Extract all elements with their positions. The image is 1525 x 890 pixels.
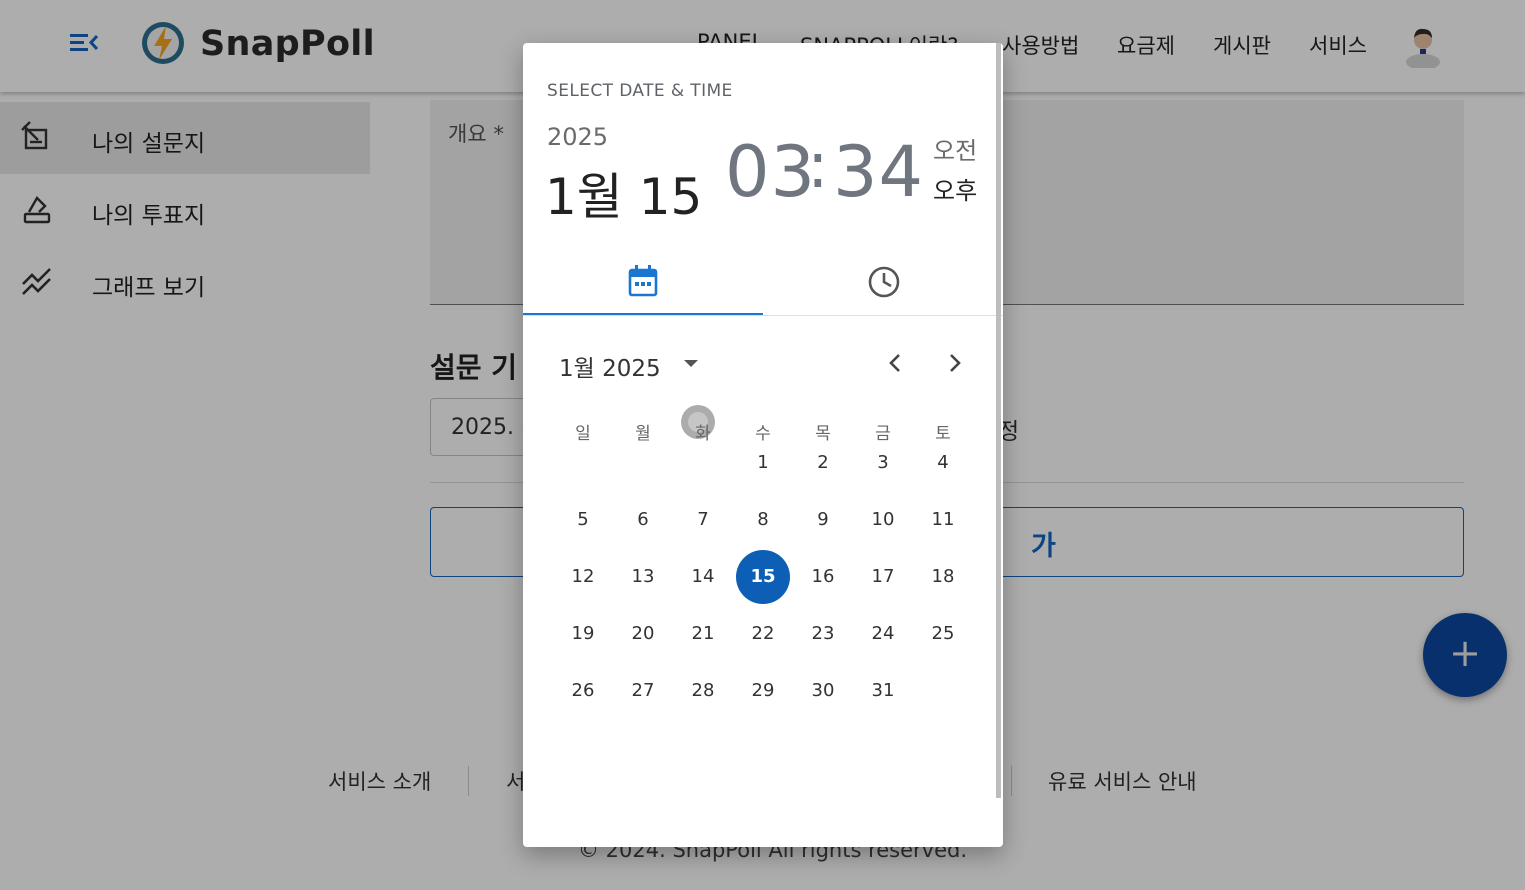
calendar-day[interactable]: 19 (556, 607, 610, 661)
calendar-day[interactable]: 12 (556, 550, 610, 604)
calendar-day[interactable]: 31 (856, 664, 910, 718)
calendar-day[interactable]: 27 (616, 664, 670, 718)
calendar-day[interactable]: 24 (856, 607, 910, 661)
weekday-label: 화 (695, 424, 711, 444)
weekday-label: 월 (635, 424, 651, 444)
calendar-day[interactable]: 28 (676, 664, 730, 718)
calendar-day[interactable]: 4 (916, 436, 970, 490)
prev-month-button[interactable] (883, 349, 907, 377)
picker-toolbar-title: SELECT DATE & TIME (547, 81, 733, 101)
calendar-day[interactable]: 11 (916, 493, 970, 547)
calendar-icon (628, 265, 658, 297)
calendar-day[interactable]: 10 (856, 493, 910, 547)
calendar-day[interactable]: 5 (556, 493, 610, 547)
tab-date[interactable] (523, 258, 763, 314)
calendar-day[interactable]: 16 (796, 550, 850, 604)
calendar-day[interactable]: 1 (736, 436, 790, 490)
chevron-down-icon[interactable] (681, 353, 701, 373)
pm-toggle[interactable]: 오후 (933, 171, 977, 206)
calendar-day[interactable]: 23 (796, 607, 850, 661)
calendar-day-selected[interactable]: 15 (736, 550, 790, 604)
calendar-day[interactable]: 13 (616, 550, 670, 604)
calendar-day[interactable]: 2 (796, 436, 850, 490)
calendar-day[interactable]: 29 (736, 664, 790, 718)
calendar-day[interactable]: 18 (916, 550, 970, 604)
weekday-label: 일 (575, 424, 591, 444)
calendar-day[interactable]: 30 (796, 664, 850, 718)
year-label[interactable]: 2025 (547, 123, 608, 151)
tabs-divider (523, 315, 1003, 316)
calendar-day[interactable]: 8 (736, 493, 790, 547)
calendar-day[interactable]: 6 (616, 493, 670, 547)
datetime-picker-dialog: SELECT DATE & TIME 2025 1월 15 03 : 34 오전… (523, 43, 1003, 847)
calendar-day[interactable]: 9 (796, 493, 850, 547)
chevron-left-icon (889, 354, 900, 372)
calendar-day[interactable]: 17 (856, 550, 910, 604)
tab-time[interactable] (763, 258, 1003, 314)
selected-date-label[interactable]: 1월 15 (545, 157, 702, 229)
calendar-day[interactable]: 3 (856, 436, 910, 490)
chevron-right-icon (950, 354, 961, 372)
calendar-day[interactable]: 21 (676, 607, 730, 661)
month-year-label[interactable]: 1월 2025 (559, 349, 661, 383)
time-separator: : (807, 129, 829, 203)
calendar-day[interactable]: 7 (676, 493, 730, 547)
am-toggle[interactable]: 오전 (933, 131, 977, 166)
calendar-day[interactable]: 20 (616, 607, 670, 661)
hour-label[interactable]: 03 (725, 131, 816, 213)
clock-icon (868, 266, 900, 298)
calendar-day[interactable]: 22 (736, 607, 790, 661)
dialog-scrollbar[interactable] (996, 43, 1001, 798)
calendar-day[interactable]: 14 (676, 550, 730, 604)
calendar-day[interactable]: 26 (556, 664, 610, 718)
next-month-button[interactable] (943, 349, 967, 377)
calendar-day[interactable]: 25 (916, 607, 970, 661)
minute-label[interactable]: 34 (833, 131, 924, 213)
